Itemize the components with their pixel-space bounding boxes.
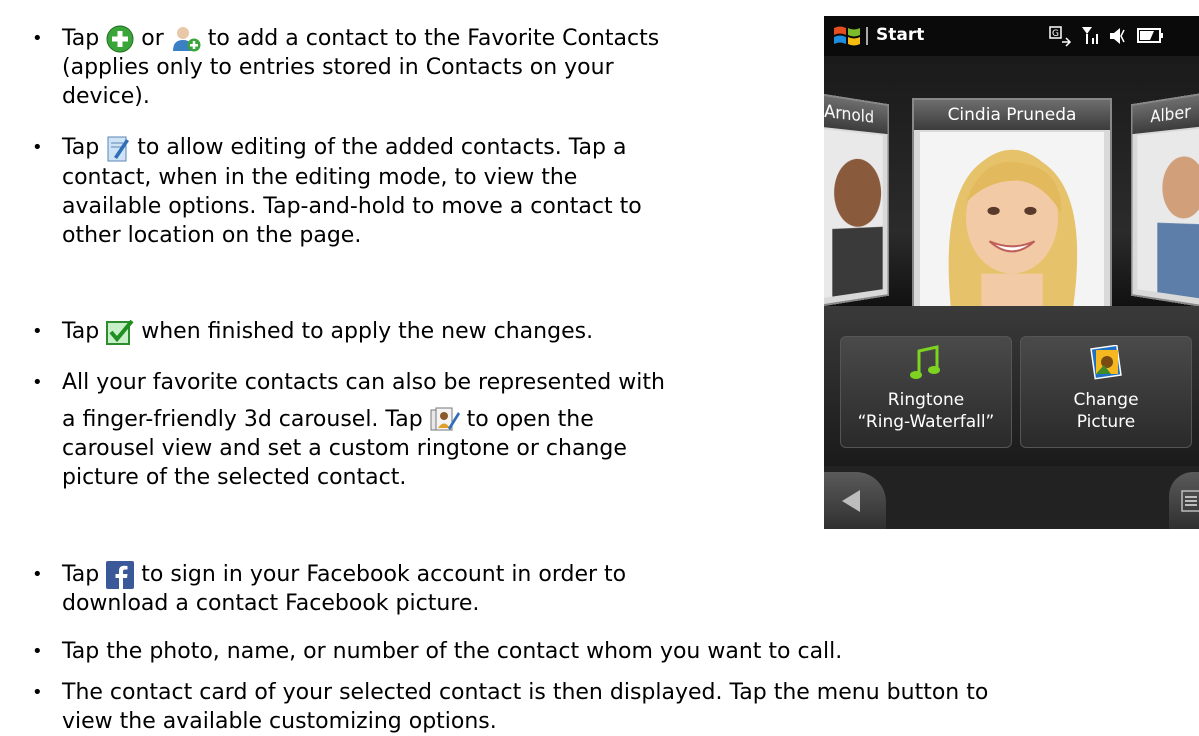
- start-label[interactable]: Start: [876, 25, 924, 45]
- contact-photo: [920, 132, 1104, 306]
- green-check-icon: [106, 319, 134, 345]
- menu-icon: [1181, 490, 1199, 516]
- picture-icon: [1089, 344, 1123, 385]
- svg-text:G: G: [1052, 29, 1059, 39]
- list-item: • Tap to sign in your Facebook account i…: [0, 560, 780, 620]
- item-text: to open the: [466, 407, 594, 432]
- data-connection-icon: G: [1049, 26, 1072, 47]
- item-text: All your favorite contacts can also be r…: [62, 370, 665, 395]
- list-item: • Tap the photo, name, or number of the …: [0, 637, 1199, 667]
- battery-icon: [1137, 28, 1163, 43]
- bullet-dot: •: [32, 372, 43, 393]
- item-text: device).: [62, 84, 150, 109]
- music-note-icon: [909, 345, 943, 385]
- contact-name: Alber: [1132, 93, 1199, 135]
- item-text: (applies only to entries stored in Conta…: [62, 55, 614, 80]
- item-text: to allow editing of the added contacts. …: [137, 135, 627, 160]
- favorites-carousel[interactable]: Arnold Cindia Pruneda Alber: [824, 56, 1199, 314]
- ringtone-label: Ringtone: [887, 390, 965, 410]
- signal-icon: [1082, 27, 1098, 44]
- item-text: The contact card of your selected contac…: [62, 680, 989, 705]
- item-text: Tap: [62, 319, 100, 344]
- back-button[interactable]: [824, 472, 886, 529]
- bottom-bar: [824, 466, 1199, 529]
- item-text: contact, when in the editing mode, to vi…: [62, 165, 578, 190]
- bullet-dot: •: [32, 28, 43, 49]
- item-text: when finished to apply the new changes.: [141, 319, 594, 344]
- contact-name: Cindia Pruneda: [914, 100, 1110, 130]
- carousel-card-center[interactable]: Cindia Pruneda: [912, 98, 1112, 314]
- status-bar: Start G: [824, 16, 1199, 56]
- item-text: to add a contact to the Favorite Contact…: [207, 26, 660, 51]
- item-text: picture of the selected contact.: [62, 465, 407, 490]
- contact-actions: Ringtone “Ring-Waterfall” Change Picture: [824, 306, 1199, 466]
- list-item: • Tap when finished to apply the new cha…: [0, 317, 780, 349]
- bullet-dot: •: [32, 682, 43, 703]
- item-text: Tap: [62, 562, 100, 587]
- item-text: available options. Tap-and-hold to move …: [62, 194, 642, 219]
- item-text: download a contact Facebook picture.: [62, 591, 480, 616]
- item-text: other location on the page.: [62, 223, 362, 248]
- contact-photo: [1137, 128, 1199, 300]
- add-person-icon: [171, 25, 201, 53]
- status-icons: G: [1048, 24, 1178, 52]
- item-text: Tap the photo, name, or number of the co…: [62, 639, 843, 664]
- bullet-dot: •: [32, 641, 43, 662]
- carousel-card-left[interactable]: Arnold: [824, 90, 890, 310]
- item-text: carousel view and set a custom ringtone …: [62, 436, 627, 461]
- change-picture-button[interactable]: Change Picture: [1020, 336, 1192, 448]
- edit-icon: [106, 133, 130, 163]
- item-text: or: [141, 26, 164, 51]
- list-item: • The contact card of your selected cont…: [0, 678, 1199, 734]
- facebook-icon: [106, 561, 135, 589]
- carousel-icon: [430, 406, 460, 434]
- ringtone-value: “Ring-Waterfall”: [857, 412, 995, 432]
- bullet-dot: •: [32, 137, 43, 158]
- item-text: view the available customizing options.: [62, 709, 497, 734]
- change-picture-label: Change: [1073, 390, 1139, 410]
- item-text: to sign in your Facebook account in orde…: [141, 562, 627, 587]
- ringtone-button[interactable]: Ringtone “Ring-Waterfall”: [840, 336, 1012, 448]
- item-text: Tap: [62, 135, 100, 160]
- list-item: • Tap or to add a contact to the Favorit…: [0, 24, 780, 114]
- item-text: a finger-friendly 3d carousel. Tap: [62, 407, 423, 432]
- list-item: • Tap to allow editing of the added cont…: [0, 133, 780, 253]
- carousel-card-right[interactable]: Alber: [1130, 90, 1199, 310]
- contact-photo: [824, 128, 883, 300]
- volume-icon: [1110, 28, 1125, 44]
- change-picture-label: Picture: [1076, 412, 1136, 432]
- bullet-dot: •: [32, 321, 43, 342]
- list-item: • All your favorite contacts can also be…: [0, 368, 780, 518]
- item-text: Tap: [62, 26, 100, 51]
- back-arrow-icon: [840, 488, 862, 518]
- bullet-dot: •: [32, 564, 43, 585]
- phone-screenshot: Start G Arnold Cindia Pruneda Alber Ring…: [824, 16, 1199, 529]
- contact-name: Arnold: [824, 93, 888, 135]
- green-plus-icon: [106, 25, 134, 53]
- menu-button[interactable]: [1169, 472, 1199, 529]
- windows-flag-icon[interactable]: [832, 24, 872, 52]
